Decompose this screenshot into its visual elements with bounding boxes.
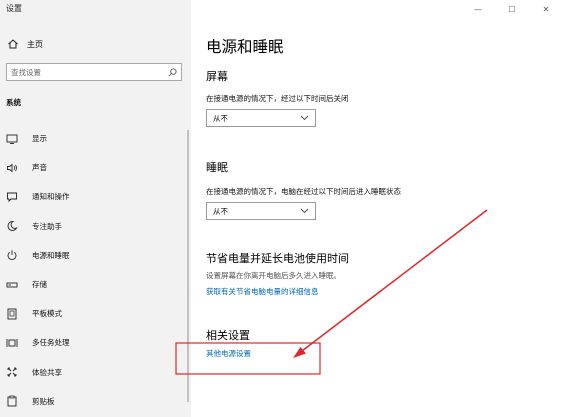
window-controls: — ☐ ✕	[461, 2, 563, 16]
close-button[interactable]: ✕	[529, 2, 563, 16]
sidebar-item-multitasking[interactable]: 多任务处理	[0, 328, 191, 357]
sidebar-item-label: 剪贴板	[32, 396, 55, 406]
battery-info-link[interactable]: 获取有关节省电脑电量的详细信息	[206, 286, 319, 297]
sidebar-item-label: 平板模式	[32, 309, 62, 319]
sleep-heading: 睡眠	[206, 161, 228, 174]
battery-heading: 节省电量并延长电池使用时间	[206, 252, 349, 265]
speaker-icon	[7, 163, 17, 173]
home-nav-item[interactable]: 主页	[7, 38, 43, 50]
sidebar-item-display[interactable]: 显示	[0, 124, 191, 153]
section-title-system: 系统	[6, 98, 21, 107]
sidebar-item-sound[interactable]: 声音	[0, 153, 191, 182]
chevron-down-icon	[300, 115, 309, 121]
additional-power-settings-link[interactable]: 其他电源设置	[206, 348, 251, 359]
page-title: 电源和睡眠	[206, 38, 284, 56]
chevron-down-icon	[300, 208, 309, 214]
sidebar-item-label: 专注助手	[32, 221, 62, 231]
sidebar-item-notifications[interactable]: 通知和操作	[0, 182, 191, 211]
clipboard-icon	[7, 395, 17, 407]
monitor-icon	[6, 134, 18, 144]
screen-heading: 屏幕	[206, 70, 228, 83]
sidebar-item-label: 存储	[32, 280, 47, 290]
maximize-button[interactable]: ☐	[495, 2, 529, 16]
sidebar-item-label: 多任务处理	[32, 338, 70, 348]
sidebar-item-label: 显示	[32, 134, 47, 144]
sidebar-scrollbar[interactable]	[187, 130, 189, 402]
sidebar-nav: 显示 声音 通知和操作 专注助手 电源和睡眠 存储 平板模式 多任务处理 体验共…	[0, 124, 191, 416]
annotation-arrow-line	[297, 209, 488, 355]
sleep-timeout-dropdown[interactable]: 从不	[206, 202, 316, 220]
storage-icon	[6, 282, 18, 287]
home-label: 主页	[27, 39, 43, 49]
related-settings-heading: 相关设置	[206, 329, 250, 342]
annotation-arrow-head	[293, 347, 306, 358]
sidebar-item-label: 声音	[32, 163, 47, 173]
multitask-icon	[6, 338, 18, 347]
battery-description: 设置屏幕在你离开电脑后多久进入睡眠。	[206, 271, 341, 280]
sidebar-item-label: 通知和操作	[32, 192, 70, 202]
moon-icon	[7, 221, 18, 232]
minimize-button[interactable]: —	[461, 2, 495, 16]
sidebar: 设置 主页 系统 显示 声音	[0, 0, 191, 417]
search-icon[interactable]	[168, 67, 177, 77]
notification-icon	[7, 192, 17, 203]
sidebar-item-focus-assist[interactable]: 专注助手	[0, 212, 191, 241]
sidebar-item-shared-experiences[interactable]: 体验共享	[0, 358, 191, 387]
home-icon	[8, 39, 18, 49]
sidebar-item-label: 电源和睡眠	[32, 250, 70, 260]
power-icon	[7, 250, 17, 261]
window-title: 设置	[6, 4, 22, 13]
sidebar-item-power-sleep[interactable]: 电源和睡眠	[0, 241, 191, 270]
screen-timeout-value: 从不	[213, 113, 228, 123]
sidebar-item-storage[interactable]: 存储	[0, 270, 191, 299]
sidebar-item-clipboard[interactable]: 剪贴板	[0, 387, 191, 416]
sidebar-item-label: 体验共享	[32, 367, 62, 377]
search-box[interactable]	[6, 63, 182, 81]
sleep-timeout-value: 从不	[213, 206, 228, 216]
sleep-timeout-label: 在接通电源的情况下，电脑在经过以下时间后进入睡眠状态	[206, 187, 401, 196]
search-input[interactable]	[11, 67, 168, 77]
screen-timeout-label: 在接通电源的情况下，经过以下时间后关闭	[206, 94, 349, 103]
sidebar-item-tablet-mode[interactable]: 平板模式	[0, 299, 191, 328]
tablet-icon	[7, 308, 17, 320]
share-icon	[7, 367, 17, 377]
screen-timeout-dropdown[interactable]: 从不	[206, 109, 316, 127]
